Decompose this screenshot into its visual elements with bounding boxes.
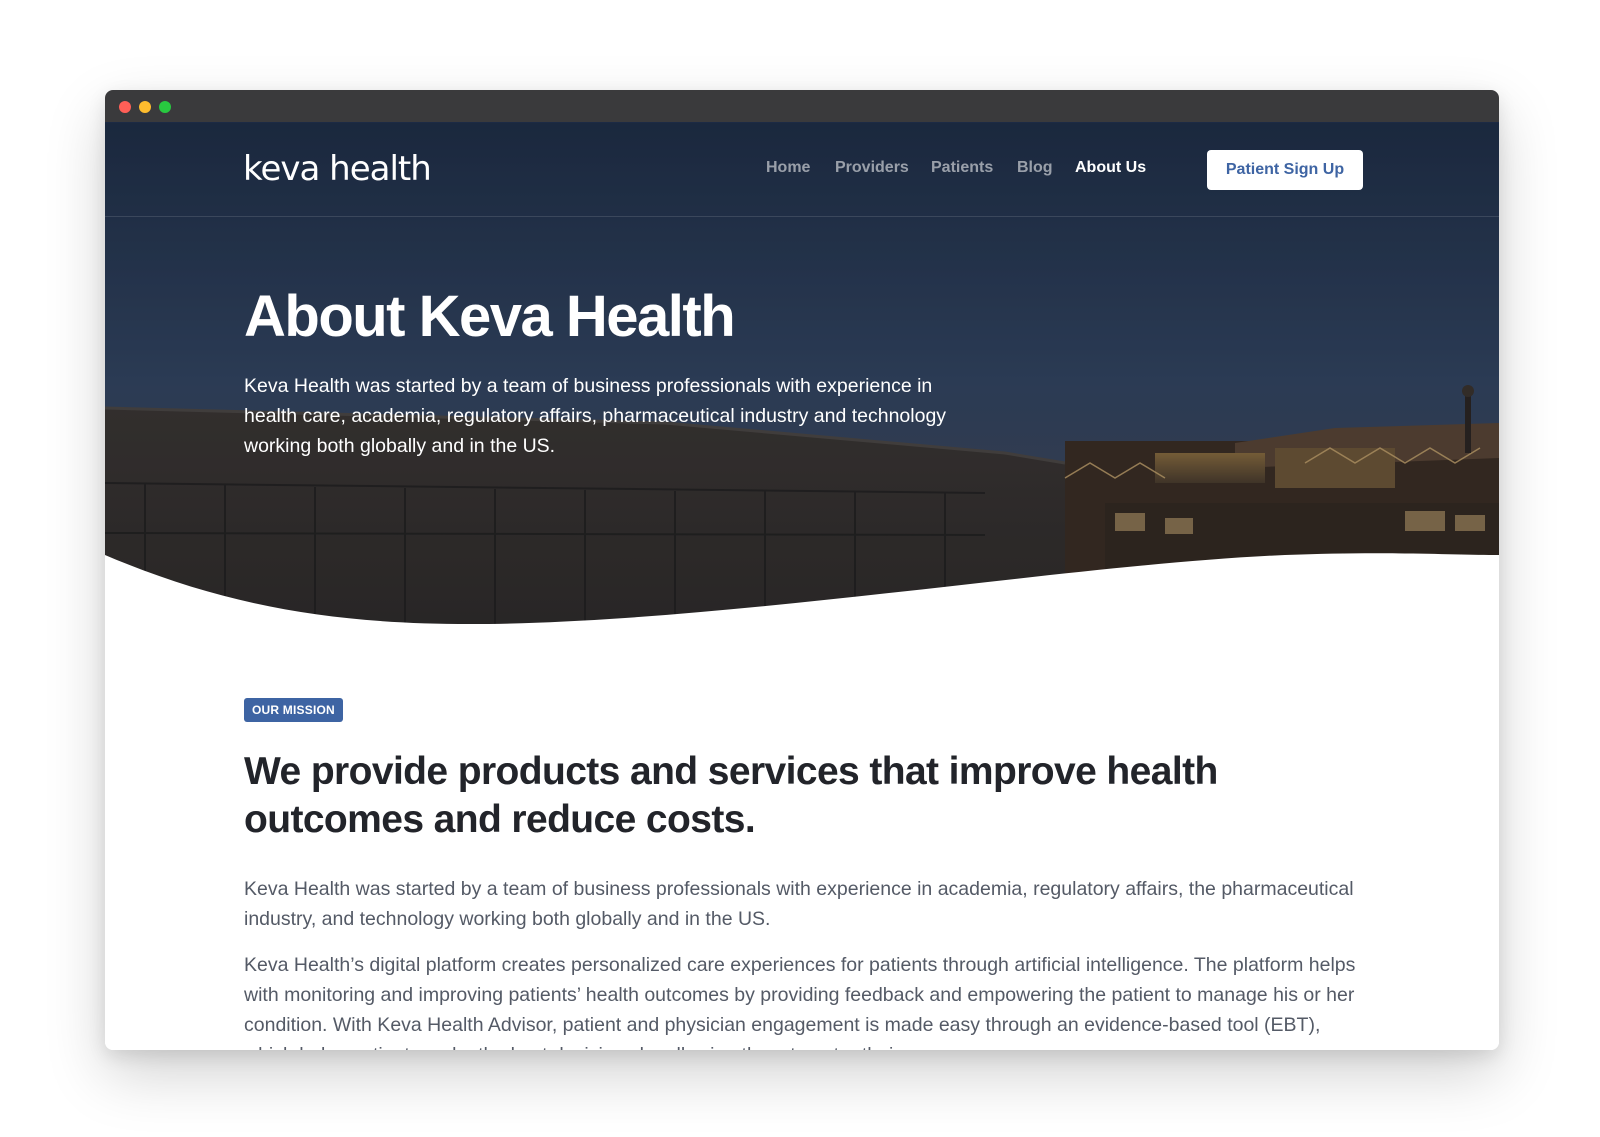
- nav-link-blog[interactable]: Blog: [1017, 159, 1053, 177]
- hero-title: About Keva Health: [244, 284, 736, 349]
- minimize-window-button[interactable]: [139, 101, 151, 113]
- mission-section: OUR MISSION We provide products and serv…: [244, 698, 1364, 1050]
- top-navbar: keva health Home Providers Patients Blog…: [105, 123, 1499, 217]
- mission-paragraph-2: Keva Health’s digital platform creates p…: [244, 954, 1356, 1050]
- mission-badge: OUR MISSION: [244, 698, 343, 722]
- nav-link-about-us[interactable]: About Us: [1075, 159, 1146, 177]
- window-titlebar: [105, 90, 1499, 123]
- mission-paragraph-1: Keva Health was started by a team of bus…: [244, 878, 1354, 930]
- patient-sign-up-button[interactable]: Patient Sign Up: [1207, 150, 1363, 190]
- nav-link-providers[interactable]: Providers: [835, 159, 909, 177]
- maximize-window-button[interactable]: [159, 101, 171, 113]
- hero-section: keva health Home Providers Patients Blog…: [105, 123, 1499, 697]
- nav-link-home[interactable]: Home: [766, 159, 810, 177]
- mission-heading: We provide products and services that im…: [244, 750, 1218, 841]
- close-window-button[interactable]: [119, 101, 131, 113]
- page-viewport: keva health Home Providers Patients Blog…: [105, 123, 1499, 1050]
- browser-window: keva health Home Providers Patients Blog…: [105, 90, 1499, 1050]
- nav-link-patients[interactable]: Patients: [931, 159, 993, 177]
- hero-description: Keva Health was started by a team of bus…: [244, 375, 947, 457]
